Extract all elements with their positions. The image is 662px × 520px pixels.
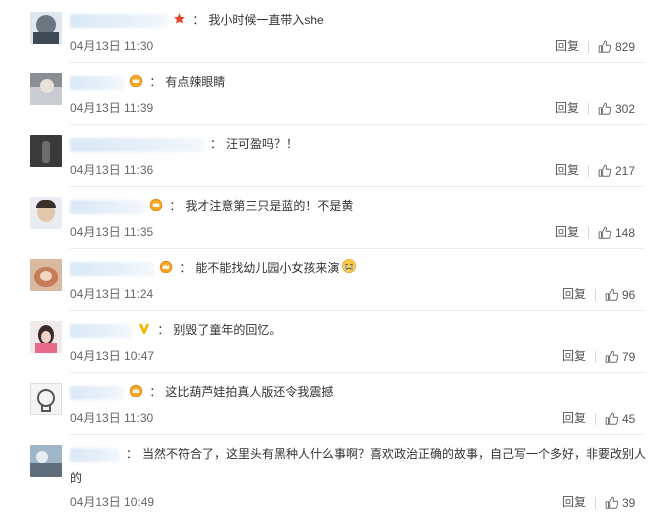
- user-nickname[interactable]: [70, 13, 168, 28]
- like-count: 79: [622, 350, 636, 364]
- divider: [595, 289, 596, 301]
- comment-text-continued: 的: [70, 471, 83, 485]
- divider: [70, 124, 644, 125]
- divider: [70, 248, 644, 249]
- colon: ：: [179, 261, 192, 276]
- divider: [70, 310, 644, 311]
- like-count: 829: [615, 40, 636, 54]
- comment-text: 当然不符合了，这里头有黑种人什么事啊？喜欢政治正确的故事，自己写一个多好，非要改…: [142, 447, 647, 461]
- avatar[interactable]: [30, 383, 62, 415]
- crown-badge-icon: [149, 197, 163, 217]
- divider: [588, 103, 589, 115]
- comment-timestamp: 04月13日 11:24: [70, 287, 154, 301]
- avatar[interactable]: [30, 135, 62, 167]
- divider: [70, 186, 644, 187]
- comment-text: 我小时候一直带入she: [208, 13, 324, 27]
- thumbs-up-icon: [605, 496, 619, 509]
- user-nickname[interactable]: [70, 447, 120, 462]
- like-count: 217: [615, 164, 636, 178]
- divider: [595, 351, 596, 363]
- divider: [70, 372, 644, 373]
- colon: ：: [210, 137, 223, 151]
- user-nickname[interactable]: [70, 385, 124, 400]
- thumbs-up-icon: [598, 102, 612, 115]
- like-button[interactable]: 96: [605, 287, 635, 303]
- comment-text: 这比葫芦娃拍真人版还令我震撼: [165, 385, 334, 399]
- like-count: 302: [615, 102, 636, 116]
- avatar[interactable]: [30, 321, 62, 353]
- user-nickname[interactable]: [70, 323, 132, 338]
- avatar[interactable]: [30, 73, 62, 105]
- crown-badge-icon: [129, 383, 143, 403]
- v-verified-icon: [137, 321, 151, 341]
- thumbs-up-icon: [605, 412, 619, 425]
- thumbs-up-icon: [598, 226, 612, 239]
- reply-button[interactable]: 回复: [562, 286, 586, 302]
- like-button[interactable]: 829: [598, 39, 635, 55]
- user-nickname[interactable]: [70, 199, 144, 214]
- crying-face-icon: [341, 258, 357, 280]
- colon: ：: [149, 385, 162, 399]
- comment-timestamp: 04月13日 11:35: [70, 225, 154, 239]
- reply-button[interactable]: 回复: [555, 224, 579, 240]
- comment-timestamp: 04月13日 10:49: [70, 495, 155, 509]
- comment-timestamp: 04月13日 10:47: [70, 349, 155, 363]
- reply-button[interactable]: 回复: [555, 162, 579, 178]
- comment-text: 能不能找幼儿园小女孩来演: [195, 261, 340, 276]
- colon: ：: [192, 13, 205, 27]
- comment-timestamp: 04月13日 11:39: [70, 101, 154, 115]
- like-button[interactable]: 217: [598, 163, 635, 179]
- like-button[interactable]: 148: [598, 225, 635, 241]
- user-nickname[interactable]: [70, 75, 124, 90]
- crown-badge-icon: [129, 73, 143, 93]
- comment-text: 汪可盈吗？！: [226, 137, 299, 151]
- like-count: 45: [622, 412, 636, 426]
- divider: [70, 434, 644, 435]
- star-badge-icon: [173, 11, 186, 31]
- divider: [595, 497, 596, 509]
- avatar[interactable]: [30, 12, 62, 44]
- like-button[interactable]: 39: [605, 495, 635, 511]
- colon: ：: [149, 75, 162, 89]
- like-count: 96: [622, 288, 636, 302]
- colon: ：: [157, 323, 170, 337]
- user-nickname[interactable]: [70, 137, 204, 152]
- thumbs-up-icon: [598, 40, 612, 53]
- comment-timestamp: 04月13日 11:36: [70, 163, 154, 177]
- like-count: 39: [622, 496, 636, 510]
- reply-button[interactable]: 回复: [555, 38, 579, 54]
- like-count: 148: [615, 226, 636, 240]
- colon: ：: [169, 199, 182, 213]
- thumbs-up-icon: [598, 164, 612, 177]
- crown-badge-icon: [159, 259, 173, 279]
- divider: [70, 62, 644, 63]
- comment-text: 我才注意第三只是蓝的！不是黄: [185, 199, 354, 213]
- avatar[interactable]: [30, 259, 62, 291]
- divider: [588, 41, 589, 53]
- avatar[interactable]: [30, 445, 62, 477]
- reply-button[interactable]: 回复: [562, 410, 586, 426]
- thumbs-up-icon: [605, 288, 619, 301]
- reply-button[interactable]: 回复: [555, 100, 579, 116]
- divider: [595, 413, 596, 425]
- like-button[interactable]: 302: [598, 101, 635, 117]
- comment-text: 有点辣眼睛: [165, 75, 226, 89]
- avatar[interactable]: [30, 197, 62, 229]
- user-nickname[interactable]: [70, 262, 154, 276]
- divider: [588, 165, 589, 177]
- divider: [588, 227, 589, 239]
- like-button[interactable]: 79: [605, 349, 635, 365]
- comment-timestamp: 04月13日 11:30: [70, 411, 154, 425]
- comment-timestamp: 04月13日 11:30: [70, 39, 154, 53]
- reply-button[interactable]: 回复: [562, 494, 586, 510]
- thumbs-up-icon: [605, 350, 619, 363]
- reply-button[interactable]: 回复: [562, 348, 586, 364]
- like-button[interactable]: 45: [605, 411, 635, 427]
- colon: ：: [126, 447, 139, 461]
- comment-text: 别毁了童年的回忆。: [173, 323, 282, 337]
- comment-list: ：我小时候一直带入she 04月13日 11:30 回复 829 ：有点辣眼睛 …: [0, 0, 662, 520]
